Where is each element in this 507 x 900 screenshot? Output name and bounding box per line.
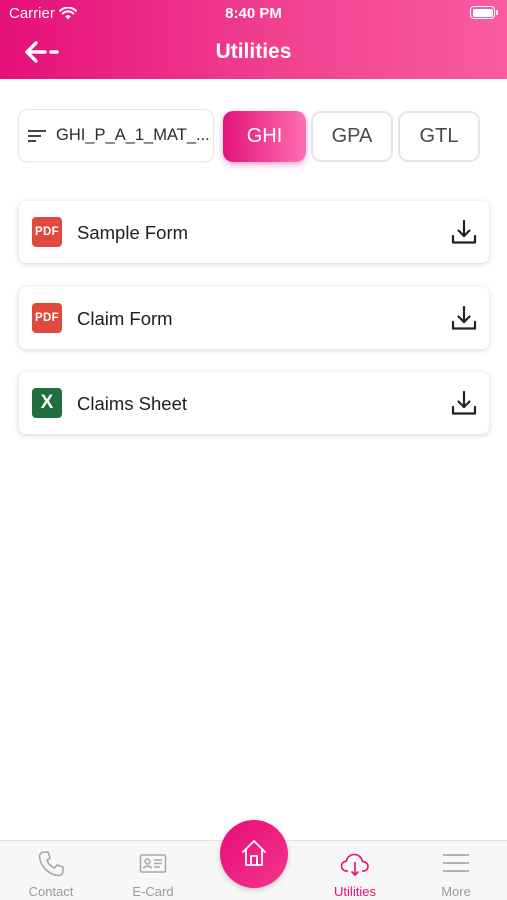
id-card-icon [139, 854, 167, 873]
tab-ghi[interactable]: GHI [223, 111, 306, 162]
pdf-icon: PDF [32, 303, 62, 333]
nav-ecard[interactable]: E-Card [102, 841, 204, 900]
policy-selector[interactable]: GHI_P_A_1_MAT_... [18, 109, 214, 162]
tab-gpa[interactable]: GPA [311, 111, 393, 162]
home-icon [242, 840, 266, 866]
header-bar: Carrier 8:40 PM Utilities [0, 0, 507, 79]
file-name: Claim Form [77, 308, 173, 329]
page-title: Utilities [215, 40, 292, 63]
nav-label: More [441, 884, 471, 899]
nav-label: E-Card [132, 884, 174, 899]
utilities-screen: Carrier 8:40 PM Utilities GHI_P_A_1_MAT_… [0, 0, 507, 900]
battery-icon [470, 6, 498, 19]
nav-label: Contact [28, 884, 74, 899]
download-icon[interactable] [450, 389, 478, 417]
file-card-claim-form[interactable]: PDF Claim Form [19, 287, 489, 349]
policy-value: GHI_P_A_1_MAT_... [56, 126, 210, 144]
nav-utilities[interactable]: Utilities [304, 841, 406, 900]
phone-icon [38, 851, 64, 877]
excel-icon: X [32, 388, 62, 418]
download-icon[interactable] [450, 218, 478, 246]
file-name: Claims Sheet [77, 393, 188, 414]
tab-gtl[interactable]: GTL [398, 111, 480, 162]
file-card-claims-sheet[interactable]: X Claims Sheet [19, 372, 489, 434]
home-button[interactable] [220, 820, 288, 888]
file-name: Sample Form [77, 222, 189, 243]
pdf-icon: PDF [32, 217, 62, 247]
download-icon[interactable] [450, 304, 478, 332]
nav-label: Utilities [334, 884, 376, 899]
nav-more[interactable]: More [405, 841, 507, 900]
filter-lines-icon [28, 129, 46, 142]
status-bar: Carrier 8:40 PM [0, 0, 507, 28]
nav-contact[interactable]: Contact [0, 841, 102, 900]
menu-icon [443, 854, 469, 872]
clock: 8:40 PM [225, 5, 282, 22]
file-card-sample-form[interactable]: PDF Sample Form [19, 201, 489, 263]
cloud-download-icon [340, 853, 369, 876]
